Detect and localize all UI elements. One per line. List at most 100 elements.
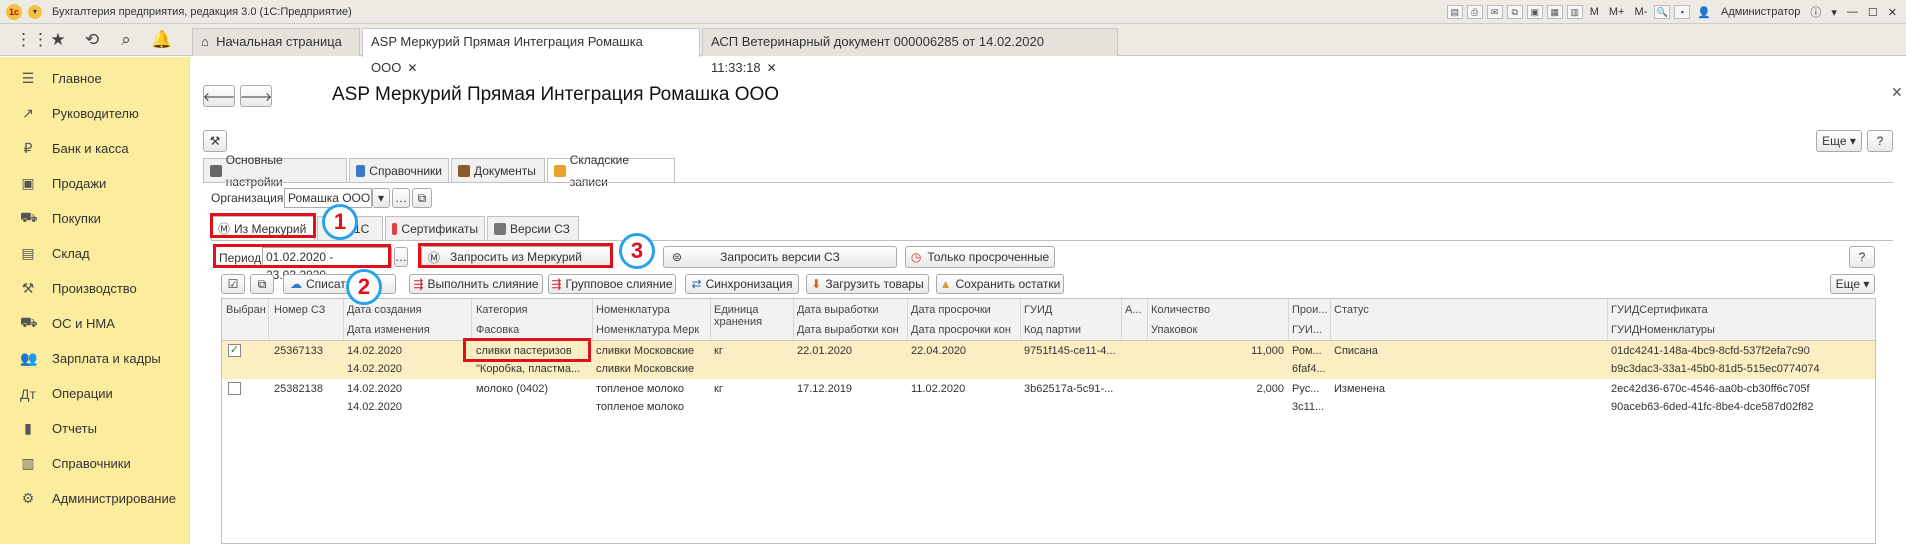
tab-close-icon[interactable]: ✕ [407, 61, 417, 75]
header-production-date-end[interactable]: Дата выработки кон [797, 324, 905, 336]
header-guid[interactable]: ГУИД [1024, 304, 1119, 316]
sidebar-item-assets[interactable]: ⛟ ОС и НМА [0, 306, 189, 341]
org-open-button[interactable]: ⧉ [412, 188, 432, 208]
header-created[interactable]: Дата создания [347, 304, 467, 316]
check-all-icon[interactable]: ☑ [221, 274, 245, 294]
period-select-button[interactable]: … [394, 247, 408, 267]
table-row[interactable]: 25382138 14.02.2020 14.02.2020 молоко (0… [222, 379, 1875, 417]
tab-catalogs[interactable]: Справочники [349, 158, 449, 182]
settings-tool-icon[interactable]: ⚒ [203, 130, 227, 152]
zoom-icon[interactable]: 🔍 [1654, 5, 1671, 19]
form-close-icon[interactable]: ✕ [1891, 84, 1903, 101]
sync-button[interactable]: ⇄ Синхронизация [685, 274, 799, 294]
header-selected[interactable]: Выбран [226, 304, 268, 316]
sidebar-item-sales[interactable]: ▣ Продажи [0, 166, 189, 201]
sidebar-item-purchases[interactable]: ⛟ Покупки [0, 201, 189, 236]
load-goods-button[interactable]: ⬇ Загрузить товары [806, 274, 929, 294]
bell-icon[interactable]: 🔔 [151, 30, 172, 50]
calculator-icon[interactable]: ▥ [1566, 5, 1583, 19]
sidebar-item-salary[interactable]: 👥 Зарплата и кадры [0, 341, 189, 376]
sidebar-item-director[interactable]: ↗ Руководителю [0, 96, 189, 131]
header-cert-guid[interactable]: ГУИДСертификата [1611, 304, 1871, 316]
close-icon[interactable]: ✕ [1885, 6, 1900, 19]
sidebar-item-production[interactable]: ⚒ Производство [0, 271, 189, 306]
mail-icon[interactable]: ✉ [1486, 5, 1503, 19]
tab-mercury-integration[interactable]: ASP Меркурий Прямая Интеграция Ромашка О… [362, 28, 700, 75]
request-versions-button[interactable]: ⊜ Запросить версии СЗ [663, 246, 897, 268]
boxes-icon [554, 164, 566, 177]
org-dropdown-button[interactable]: ▾ [372, 188, 390, 208]
maximize-icon[interactable]: ☐ [1865, 6, 1881, 19]
info-icon[interactable]: ⓘ [1807, 4, 1824, 20]
minimize-icon[interactable]: — [1844, 6, 1861, 18]
save-balances-button[interactable]: ▲ Сохранить остатки [936, 274, 1064, 294]
save-icon[interactable]: ▤ [1446, 5, 1463, 19]
sidebar-item-bank[interactable]: ₽ Банк и касса [0, 131, 189, 166]
header-a[interactable]: А... [1125, 304, 1145, 316]
tab-home[interactable]: ⌂ Начальная страница [192, 28, 360, 56]
group-merge-button[interactable]: ⇶ Групповое слияние [548, 274, 676, 294]
notes-icon[interactable]: ▣ [1526, 5, 1543, 19]
header-quantity[interactable]: Количество [1151, 304, 1286, 316]
header-producer-guid[interactable]: ГУИ... [1292, 324, 1328, 336]
org-select-button[interactable]: … [392, 188, 410, 208]
sidebar-item-main[interactable]: ☰ Главное [0, 61, 189, 96]
user-name[interactable]: Администратор [1718, 6, 1803, 18]
header-number[interactable]: Номер СЗ [274, 304, 342, 316]
function-icon[interactable]: ▪ [1674, 5, 1691, 19]
help-button[interactable]: ? [1849, 246, 1875, 268]
header-nomenclature-mercury[interactable]: Номенклатура Мерк [596, 324, 708, 336]
copy-icon[interactable]: ⧉ [250, 274, 274, 294]
header-category[interactable]: Категория [476, 304, 590, 316]
header-unit[interactable]: Единица хранения [714, 304, 790, 328]
favorites-star-icon[interactable]: ★ [49, 30, 67, 50]
header-batch-code[interactable]: Код партии [1024, 324, 1119, 336]
more-button[interactable]: Еще ▾ [1816, 130, 1862, 152]
tab-warehouse-records[interactable]: Складские записи [547, 153, 675, 189]
main-menu-icon[interactable]: ▾ [28, 4, 42, 19]
apps-grid-icon[interactable]: ⋮⋮ [15, 30, 49, 50]
records-table[interactable]: Выбран Номер СЗ Дата создания Дата измен… [221, 298, 1876, 544]
header-changed[interactable]: Дата изменения [347, 324, 467, 336]
row-checkbox[interactable]: ✓ [228, 344, 241, 357]
attach-icon[interactable]: ⧉ [1506, 5, 1523, 19]
subtab-certificates[interactable]: Сертификаты [385, 216, 485, 240]
memory-plus-button[interactable]: M+ [1606, 6, 1628, 18]
help-button[interactable]: ? [1867, 130, 1893, 152]
header-producer[interactable]: Прои... [1292, 304, 1328, 316]
calendar-icon[interactable]: ▦ [1546, 5, 1563, 19]
print-icon[interactable]: ⎙ [1466, 5, 1483, 19]
header-expiry-end[interactable]: Дата просрочки кон [911, 324, 1018, 336]
search-icon[interactable]: ⌕ [117, 30, 135, 50]
row-checkbox[interactable] [228, 382, 241, 395]
sidebar-item-warehouse[interactable]: ▤ Склад [0, 236, 189, 271]
header-production-date[interactable]: Дата выработки [797, 304, 905, 316]
tab-main-settings[interactable]: Основные настройки [203, 153, 347, 189]
subtab-versions[interactable]: Версии СЗ [487, 216, 579, 240]
only-expired-button[interactable]: ◷ Только просроченные [905, 246, 1055, 268]
memory-minus-button[interactable]: M- [1631, 6, 1650, 18]
sidebar-item-operations[interactable]: Дт Операции [0, 376, 189, 411]
header-nomenclature[interactable]: Номенклатура [596, 304, 708, 316]
header-status[interactable]: Статус [1334, 304, 1604, 316]
header-nomen-guid[interactable]: ГУИДНоменклатуры [1611, 324, 1871, 336]
tab-vet-document[interactable]: АСП Ветеринарный документ 000006285 от 1… [702, 28, 1118, 75]
header-packing[interactable]: Фасовка [476, 324, 590, 336]
forward-button[interactable]: 🡒 [240, 85, 272, 107]
back-button[interactable]: 🡐 [203, 85, 235, 107]
toolbar-more-button[interactable]: Еще ▾ [1830, 274, 1875, 294]
sidebar-item-catalogs[interactable]: ▥ Справочники [0, 446, 189, 481]
memory-button[interactable]: M [1587, 6, 1602, 18]
row-nomenclature: сливки Московские [596, 345, 695, 357]
tab-close-icon[interactable]: ✕ [767, 61, 777, 75]
tab-documents[interactable]: Документы [451, 158, 545, 182]
merge-button[interactable]: ⇶ Выполнить слияние [409, 274, 543, 294]
header-expiry[interactable]: Дата просрочки [911, 304, 1018, 316]
sidebar-item-admin[interactable]: ⚙ Администрирование [0, 481, 189, 516]
history-icon[interactable]: ⟲ [83, 30, 101, 50]
sidebar-item-reports[interactable]: ▮ Отчеты [0, 411, 189, 446]
settings-arrow-icon[interactable]: ▾ [1828, 6, 1840, 19]
header-packages[interactable]: Упаковок [1151, 324, 1286, 336]
row-production-date: 17.12.2019 [797, 383, 853, 395]
org-field[interactable]: Ромашка ООО [284, 188, 372, 208]
